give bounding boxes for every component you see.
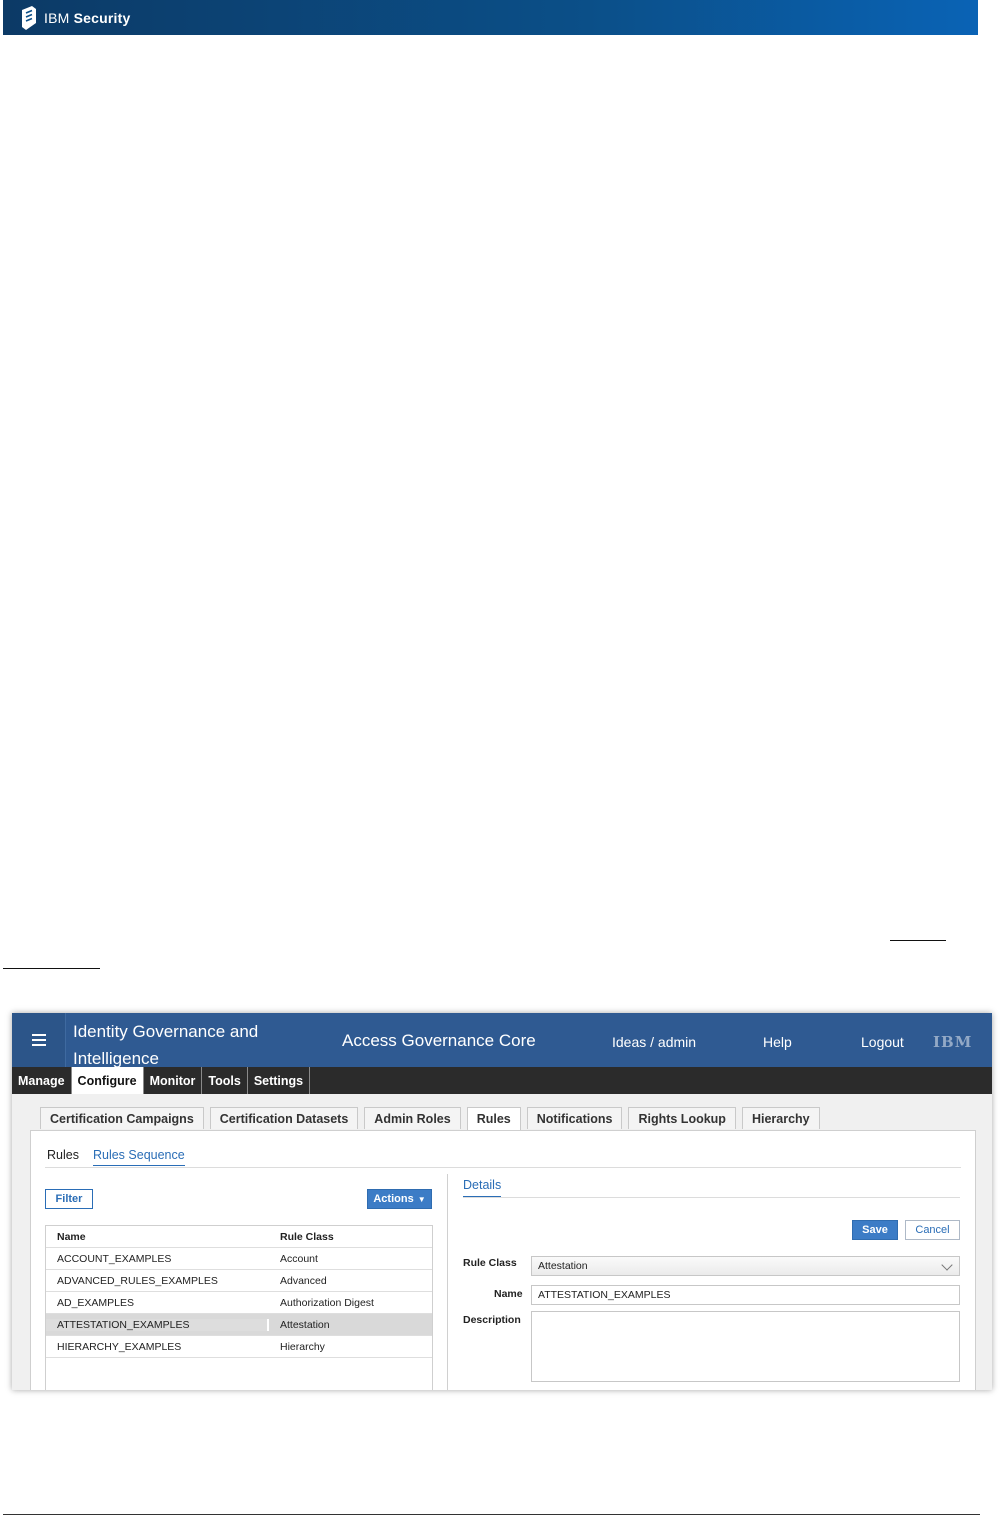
link-underline — [3, 968, 100, 969]
description-textarea[interactable] — [531, 1311, 960, 1382]
rule-class-value: Attestation — [538, 1260, 588, 1272]
rules-table: Name Rule Class ACCOUNT_EXAMPLES Account… — [45, 1225, 433, 1390]
tab-details[interactable]: Details — [463, 1178, 502, 1198]
app-module-title: Access Governance Core — [342, 1031, 536, 1050]
ibm-logo: IBM — [933, 1033, 973, 1051]
tab-hierarchy[interactable]: Hierarchy — [741, 1107, 820, 1129]
banner-brand: IBM Security — [44, 9, 131, 26]
tab-rules[interactable]: Rules — [466, 1107, 521, 1130]
divider — [45, 1167, 961, 1168]
hamburger-menu-button[interactable] — [12, 1013, 66, 1067]
chevron-down-icon — [941, 1259, 953, 1271]
cell-name: ACCOUNT_EXAMPLES — [57, 1252, 172, 1265]
configure-tabs: Certification Campaigns Certification Da… — [40, 1107, 826, 1130]
cell-rule-class: Authorization Digest — [280, 1296, 374, 1309]
tab-certification-campaigns[interactable]: Certification Campaigns — [40, 1107, 204, 1129]
link-underline — [890, 940, 946, 941]
tab-certification-datasets[interactable]: Certification Datasets — [209, 1107, 359, 1129]
name-label: Name — [494, 1288, 523, 1300]
actions-label: Actions — [373, 1193, 414, 1205]
rules-subtabs: Rules Rules Sequence — [47, 1148, 199, 1166]
table-row[interactable]: ACCOUNT_EXAMPLES Account — [46, 1248, 432, 1270]
cell-rule-class: Attestation — [280, 1318, 330, 1331]
hamburger-icon — [31, 1039, 46, 1041]
column-header-rule-class[interactable]: Rule Class — [269, 1231, 432, 1243]
tab-notifications[interactable]: Notifications — [526, 1107, 623, 1129]
chevron-down-icon: ▼ — [417, 1194, 426, 1204]
cell-name: ATTESTATION_EXAMPLES — [46, 1318, 269, 1331]
cell-rule-class: Hierarchy — [280, 1340, 325, 1353]
panel-divider — [447, 1174, 448, 1390]
footer-rule — [3, 1514, 980, 1515]
cell-name: ADVANCED_RULES_EXAMPLES — [57, 1274, 218, 1287]
table-header: Name Rule Class — [46, 1226, 432, 1248]
nav-settings[interactable]: Settings — [248, 1067, 311, 1094]
subtab-rules[interactable]: Rules — [47, 1148, 79, 1166]
nav-manage[interactable]: Manage — [12, 1067, 72, 1094]
column-header-name[interactable]: Name — [46, 1231, 269, 1243]
cancel-button[interactable]: Cancel — [905, 1220, 960, 1240]
app-header: Identity Governance and Intelligence Acc… — [12, 1013, 992, 1068]
user-menu-link[interactable]: Ideas / admin — [612, 1034, 696, 1050]
ibm-security-banner: IBM Security — [3, 0, 978, 35]
rule-class-select[interactable]: Attestation — [531, 1256, 960, 1276]
content-area: Certification Campaigns Certification Da… — [12, 1094, 992, 1390]
rule-class-label: Rule Class — [463, 1257, 517, 1269]
nav-monitor[interactable]: Monitor — [144, 1067, 203, 1094]
main-nav: Manage Configure Monitor Tools Settings — [12, 1067, 992, 1094]
nav-tools[interactable]: Tools — [202, 1067, 248, 1094]
table-row[interactable]: ADVANCED_RULES_EXAMPLES Advanced — [46, 1270, 432, 1292]
table-row[interactable]: HIERARCHY_EXAMPLES Hierarchy — [46, 1336, 432, 1358]
cell-name: HIERARCHY_EXAMPLES — [57, 1340, 182, 1353]
save-button[interactable]: Save — [852, 1220, 898, 1240]
subtab-rules-sequence[interactable]: Rules Sequence — [92, 1148, 185, 1166]
tab-rights-lookup[interactable]: Rights Lookup — [628, 1107, 736, 1129]
table-row-selected[interactable]: ATTESTATION_EXAMPLES Attestation — [46, 1314, 432, 1336]
nav-configure[interactable]: Configure — [71, 1067, 144, 1094]
divider — [463, 1197, 960, 1198]
cell-rule-class: Advanced — [280, 1274, 327, 1287]
name-input[interactable]: ATTESTATION_EXAMPLES — [531, 1285, 960, 1305]
logout-link[interactable]: Logout — [861, 1034, 904, 1050]
cell-name: AD_EXAMPLES — [57, 1296, 135, 1309]
cell-rule-class: Account — [280, 1252, 318, 1265]
actions-button[interactable]: Actions ▼ — [367, 1189, 432, 1209]
igi-screenshot: Identity Governance and Intelligence Acc… — [12, 1013, 992, 1390]
app-title: Identity Governance and Intelligence — [73, 1022, 259, 1068]
rules-panel: Rules Rules Sequence Filter Actions ▼ Na… — [30, 1130, 976, 1390]
filter-button[interactable]: Filter — [45, 1189, 93, 1209]
tab-admin-roles[interactable]: Admin Roles — [364, 1107, 461, 1129]
help-link[interactable]: Help — [763, 1034, 792, 1050]
ibm-security-logo-icon — [22, 5, 36, 30]
table-row[interactable]: AD_EXAMPLES Authorization Digest — [46, 1292, 432, 1314]
description-label: Description — [463, 1314, 521, 1326]
